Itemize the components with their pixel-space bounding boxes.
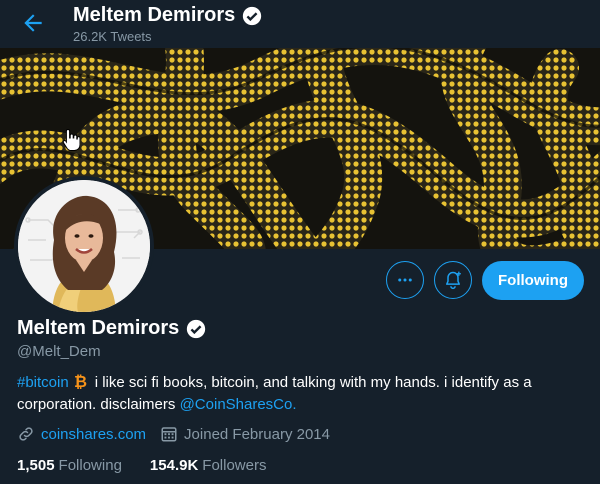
hand-cursor-icon	[62, 128, 80, 151]
more-dots-icon	[398, 278, 412, 282]
followers-label: Followers	[202, 457, 267, 474]
arrow-left-icon[interactable]	[20, 10, 46, 36]
joined-item: Joined February 2014	[160, 425, 330, 443]
followers-stat[interactable]: 154.9K Followers	[150, 457, 267, 474]
mention-link[interactable]: @CoinSharesCo.	[180, 396, 297, 413]
svg-text:₿: ₿	[74, 373, 87, 389]
profile-name: Meltem Demirors	[17, 317, 180, 339]
following-stat[interactable]: 1,505 Following	[17, 457, 122, 474]
calendar-icon	[161, 427, 177, 442]
profile-name-row: Meltem Demirors	[17, 317, 207, 340]
profile-handle: @Melt_Dem	[17, 343, 101, 360]
joined-date: Joined February 2014	[184, 425, 330, 443]
notifications-button[interactable]	[434, 261, 472, 299]
avatar[interactable]	[14, 176, 154, 316]
tweet-count: 26.2K Tweets	[73, 29, 152, 44]
header-title: Meltem Demirors	[73, 4, 236, 26]
bitcoin-icon: ₿	[74, 373, 87, 389]
notification-bell-icon	[446, 271, 461, 290]
following-label: Following	[58, 457, 122, 474]
following-button[interactable]: Following	[482, 261, 584, 300]
hashtag-link[interactable]: #bitcoin	[17, 374, 69, 391]
website-item: coinshares.com	[17, 425, 146, 443]
profile-meta: coinshares.com Joined February 2014	[17, 425, 344, 443]
top-bar: Meltem Demirors 26.2K Tweets	[0, 0, 600, 48]
following-count: 1,505	[17, 457, 55, 474]
header-title-block: Meltem Demirors 26.2K Tweets	[73, 4, 263, 44]
website-link[interactable]: coinshares.com	[41, 426, 146, 443]
profile-bio: #bitcoin ₿ i like sci fi books, bitcoin, a…	[17, 372, 582, 416]
profile-stats: 1,505 Following 154.9K Followers	[17, 457, 266, 474]
verified-badge-icon	[243, 6, 262, 25]
followers-count: 154.9K	[149, 457, 199, 474]
link-icon	[19, 427, 33, 441]
verified-badge-icon	[187, 319, 206, 338]
more-button[interactable]	[386, 261, 424, 299]
avatar-image	[18, 180, 150, 312]
